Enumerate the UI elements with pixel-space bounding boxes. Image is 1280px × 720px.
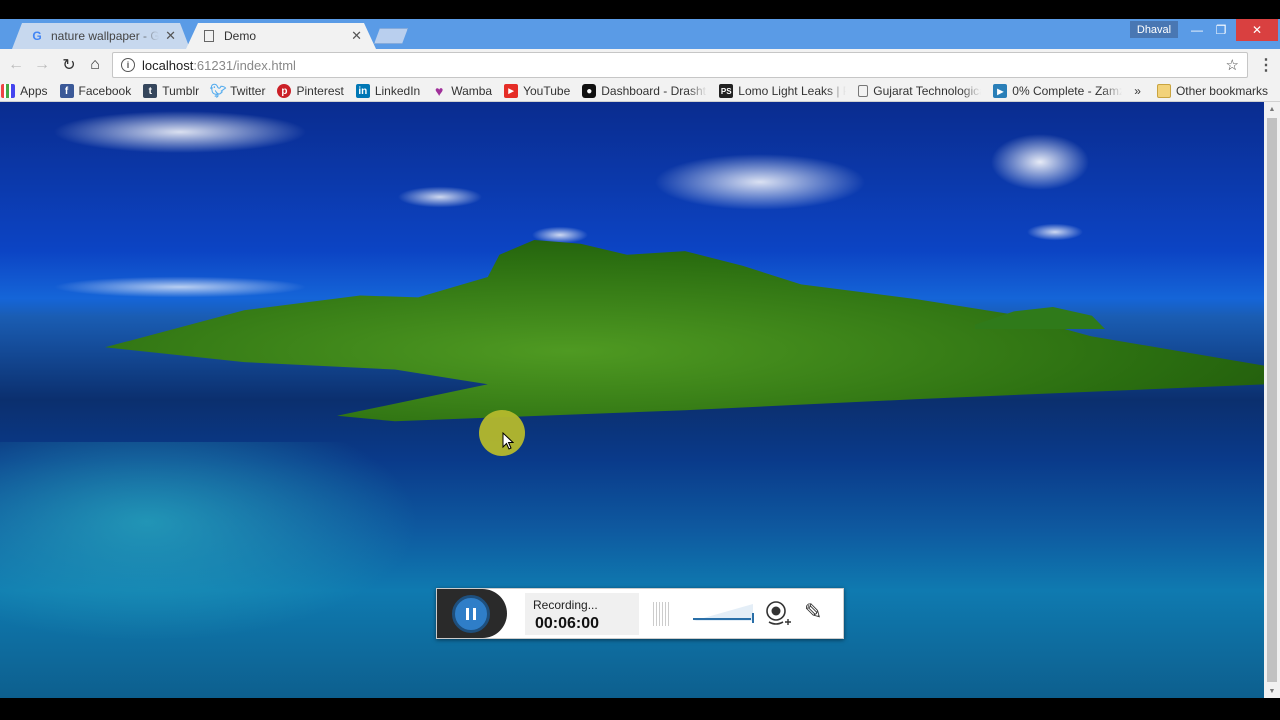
drag-handle[interactable] [653,602,671,626]
volume-slider[interactable] [693,604,755,623]
scroll-up-arrow[interactable]: ▲ [1264,102,1280,116]
restore-button[interactable]: ❐ [1208,19,1234,41]
menu-icon[interactable]: ⋮ [1258,55,1274,75]
bookmark-facebook[interactable]: f Facebook [59,84,131,98]
browser-toolbar: ← → ↻ ⌂ i localhost:61231/index.html ☆ ⋮ [0,49,1280,81]
apps-grid-icon [1,84,16,98]
bookmarks-bar: Apps f Facebook t Tumblr 🐦︎ Twitter p Pi… [0,81,1280,102]
pinterest-icon: p [277,84,292,98]
folder-icon [1156,84,1171,98]
scrollbar-thumb[interactable] [1267,118,1277,682]
tab-title: nature wallpaper - Google [51,29,160,43]
home-button[interactable]: ⌂ [85,55,105,75]
pause-icon-bar [466,608,469,620]
address-bar[interactable]: i localhost:61231/index.html ☆ [112,52,1248,78]
bookmark-lomo[interactable]: PS Lomo Light Leaks | Ph [719,84,846,98]
bookmark-dashboard[interactable]: ● Dashboard - Drashtik [582,84,707,98]
bookmark-linkedin[interactable]: in LinkedIn [355,84,420,98]
mouse-pointer-icon [502,432,514,450]
bookmark-gujarat[interactable]: Gujarat Technological [858,84,981,98]
url-host: localhost [142,57,194,73]
bookmark-youtube[interactable]: ▶ YouTube [504,84,570,98]
bookmark-pinterest[interactable]: p Pinterest [277,84,344,98]
back-button[interactable]: ← [6,55,26,75]
recording-status: Recording... 00:06:00 [525,593,639,635]
islet-shape [975,307,1105,329]
lagoon-shape [0,442,420,642]
bookmark-star-icon[interactable]: ☆ [1226,56,1239,74]
page-icon [858,85,869,97]
twitter-icon: 🐦︎ [209,83,227,98]
screen-recorder-widget: Recording... 00:06:00 ✎ [436,588,844,639]
bookmarks-overflow-button[interactable]: » [1134,84,1141,98]
close-tab-icon[interactable]: ✕ [165,28,176,44]
bookmark-wamba[interactable]: ♥ Wamba [432,83,492,99]
forward-button[interactable]: → [32,55,52,75]
bookmark-zamzar[interactable]: ▶ 0% Complete - Zamza [993,84,1122,98]
profile-button[interactable]: Dhaval [1130,21,1178,38]
browser-titlebar: G nature wallpaper - Google ✕ Demo ✕ [0,19,1280,49]
close-window-button[interactable]: ✕ [1236,19,1278,41]
youtube-icon: ▶ [504,84,519,98]
tab-title: Demo [224,29,257,43]
url-path: :61231/index.html [193,57,296,73]
close-tab-icon[interactable]: ✕ [351,28,362,44]
recorder-control-panel [437,589,507,638]
screen-bottom-border [0,698,1280,720]
recording-label: Recording... [533,598,598,612]
scroll-down-arrow[interactable]: ▼ [1264,684,1280,698]
pause-icon-bar [473,608,476,620]
tab-demo[interactable]: Demo ✕ [186,23,376,49]
bookmark-tumblr[interactable]: t Tumblr [143,84,199,98]
reload-button[interactable]: ↻ [59,55,79,75]
pause-button[interactable] [452,595,490,633]
heart-icon: ♥ [435,83,444,99]
webcam-add-icon[interactable] [765,600,791,628]
ps-icon: PS [719,84,734,98]
zamzar-icon: ▶ [993,84,1008,98]
minimize-button[interactable]: — [1184,19,1210,41]
bookmark-twitter[interactable]: 🐦︎ Twitter [209,83,266,98]
linkedin-icon: in [355,84,370,98]
recording-timer: 00:06:00 [535,615,600,632]
new-tab-button[interactable] [374,28,408,44]
pencil-icon[interactable]: ✎ [804,599,822,625]
info-icon[interactable]: i [121,58,135,72]
tab-nature-wallpaper[interactable]: G nature wallpaper - Google ✕ [12,23,190,49]
vertical-scrollbar[interactable]: ▲ ▼ [1264,102,1280,698]
facebook-icon: f [59,84,74,98]
other-bookmarks[interactable]: Other bookmarks [1156,84,1268,98]
page-icon [204,30,214,42]
volume-cap [752,613,754,623]
bookmark-apps[interactable]: Apps [1,84,48,98]
volume-level [693,618,751,620]
camera-icon: ● [582,84,597,98]
island-shape [105,240,1264,422]
tumblr-icon: t [143,84,158,98]
screen-top-border [0,0,1280,19]
google-icon: G [32,29,42,43]
